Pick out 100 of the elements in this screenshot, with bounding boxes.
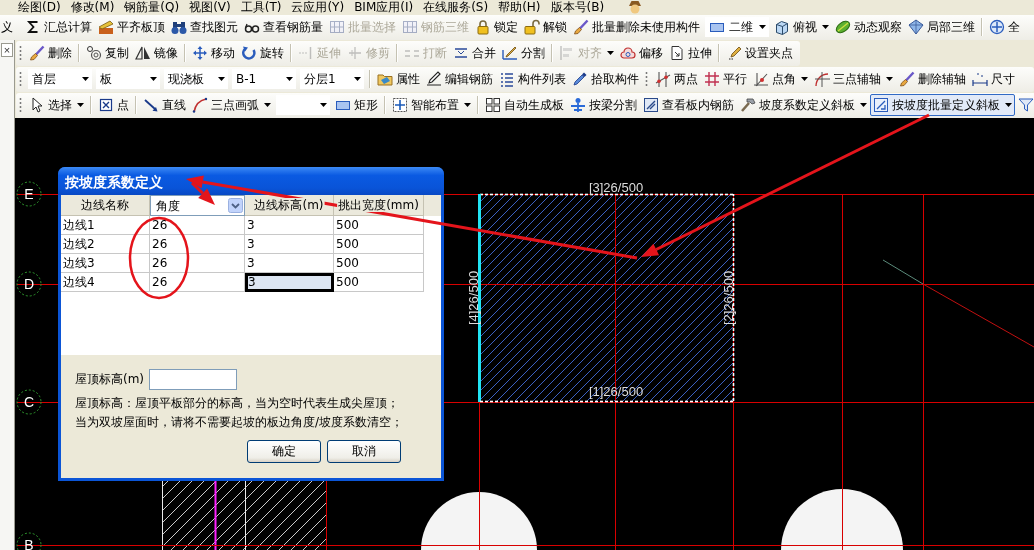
toolbar-button[interactable]: 智能布置: [389, 94, 474, 116]
column-header: 边线标高(m): [245, 195, 334, 216]
cancel-button[interactable]: 取消: [327, 440, 401, 463]
grid-icon: [392, 97, 408, 113]
dialog-title: 按坡度系数定义: [58, 167, 444, 195]
slab-edge[interactable]: [479, 400, 735, 403]
toolbar-button[interactable]: 点: [95, 94, 132, 116]
table-cell[interactable]: 3: [245, 216, 334, 235]
toolbar-button[interactable]: 三点画弧: [189, 94, 274, 116]
table-cell[interactable]: 500: [334, 235, 424, 254]
toolbar-button[interactable]: 查看板内钢筋: [640, 94, 737, 116]
toolbar-button[interactable]: 复制: [83, 42, 132, 64]
toolbar-button[interactable]: 平行: [701, 68, 750, 90]
toolbar-button[interactable]: 两点: [652, 68, 701, 90]
toolbar-button[interactable]: 点角: [750, 68, 811, 90]
table-cell[interactable]: 边线3: [61, 254, 150, 273]
toolbar-button[interactable]: 锁定: [472, 16, 521, 38]
dropdown-field[interactable]: 二维: [705, 17, 769, 37]
menu-item[interactable]: 视图(V): [184, 0, 236, 14]
menu-item[interactable]: 版本号(B): [545, 0, 610, 14]
toolbar-button[interactable]: 分割: [499, 42, 548, 64]
dropdown-field[interactable]: [276, 95, 330, 115]
toolbar-button[interactable]: 拉伸: [666, 42, 715, 64]
toolbar-button[interactable]: 查看钢筋量: [241, 16, 326, 38]
mascot-icon[interactable]: [627, 0, 644, 14]
toolbar-button[interactable]: 全: [986, 16, 1023, 38]
funnel-icon: [1018, 97, 1034, 113]
toolbar-button[interactable]: 合并: [450, 42, 499, 64]
table-cell[interactable]: 3: [245, 235, 334, 254]
toolbar-button[interactable]: 拾取构件: [569, 68, 642, 90]
table-cell[interactable]: 26: [150, 235, 245, 254]
pencil-icon: [726, 45, 742, 61]
menu-item[interactable]: 绘图(D): [13, 0, 66, 14]
toolbar-button[interactable]: 局部三维: [905, 16, 978, 38]
dropdown-field[interactable]: 首层: [28, 69, 92, 89]
slab-region[interactable]: [479, 194, 734, 401]
angle-icon: [753, 71, 769, 87]
cursor-icon: [29, 97, 45, 113]
toolbar-button[interactable]: 构件列表: [496, 68, 569, 90]
toolbar-button[interactable]: 按梁分割: [567, 94, 640, 116]
dropdown-field[interactable]: 现浇板: [164, 69, 228, 89]
toolbar-button[interactable]: 平齐板顶: [95, 16, 168, 38]
toolbar-button[interactable]: 三点辅轴: [811, 68, 896, 90]
table-cell[interactable]: 26: [150, 216, 245, 235]
slab-edge[interactable]: [479, 193, 735, 196]
toolbar-button[interactable]: 旋转: [238, 42, 287, 64]
toolbar-button[interactable]: 选择: [26, 94, 87, 116]
toolbar-grip[interactable]: [19, 70, 22, 88]
toolbar-button[interactable]: 尺寸: [969, 68, 1018, 90]
table-cell[interactable]: 3: [245, 273, 334, 292]
menu-item[interactable]: 修改(M): [65, 0, 120, 14]
input-field[interactable]: [149, 369, 238, 390]
toolbar-button[interactable]: 属性: [374, 68, 423, 90]
table-cell[interactable]: 500: [334, 254, 424, 273]
list-icon: [499, 71, 515, 87]
menu-item[interactable]: BIM应用(I): [349, 0, 419, 14]
toolbar-grip[interactable]: [19, 96, 22, 114]
toolbar-button[interactable]: 偏移: [617, 42, 666, 64]
toolbar-grip[interactable]: [645, 70, 648, 88]
ok-button[interactable]: 确定: [247, 440, 321, 463]
table-cell[interactable]: 500: [334, 273, 424, 292]
toolbar-button[interactable]: 查找图元: [168, 16, 241, 38]
table-cell[interactable]: 26: [150, 254, 245, 273]
document-icon: [669, 45, 685, 61]
menu-item[interactable]: 帮助(H): [493, 0, 546, 14]
column-dropdown[interactable]: 角度: [150, 195, 245, 216]
toolbar-button[interactable]: 镜像: [132, 42, 181, 64]
toolbar-button[interactable]: 设置夹点: [723, 42, 796, 64]
menu-item[interactable]: 工具(T): [235, 0, 287, 14]
toolbar-button[interactable]: 自动生成板: [482, 94, 567, 116]
toolbar-button[interactable]: 编辑钢筋: [423, 68, 496, 90]
toolbar-button[interactable]: 删除辅轴: [896, 68, 969, 90]
move-icon: [192, 45, 208, 61]
menu-item[interactable]: 云应用(Y): [286, 0, 350, 14]
toolbar-button[interactable]: 解锁: [521, 16, 570, 38]
toolbar-button[interactable]: 坡度系数定义斜板: [737, 94, 870, 116]
toolbar-button[interactable]: 义: [0, 16, 16, 38]
toolbar-button[interactable]: 直线: [140, 94, 189, 116]
table-cell[interactable]: 边线4: [61, 273, 150, 292]
caret-icon: [77, 103, 84, 107]
toolbar-button[interactable]: 批量删除未使用构件: [570, 16, 703, 38]
dropdown-field[interactable]: 板: [96, 69, 160, 89]
grid-icon: [329, 19, 345, 35]
close-button[interactable]: ×: [1, 43, 13, 57]
toolbar-grip[interactable]: [19, 44, 22, 62]
toolbar-button[interactable]: 俯视: [771, 16, 832, 38]
table-cell[interactable]: 边线2: [61, 235, 150, 254]
toolbar-button[interactable]: 删除: [26, 42, 75, 64]
table-cell[interactable]: 边线1: [61, 216, 150, 235]
toolbar-button[interactable]: 按坡度批量定义斜板: [870, 94, 1015, 116]
toolbar-button[interactable]: 移动: [189, 42, 238, 64]
toolbar-button[interactable]: 动态观察: [832, 16, 905, 38]
menu-item[interactable]: 钢筋量(Q): [119, 0, 185, 14]
dropdown-field[interactable]: B-1: [232, 69, 296, 89]
toolbar-button[interactable]: 汇总计算: [22, 16, 95, 38]
dropdown-field[interactable]: 分层1: [300, 69, 364, 89]
table-cell[interactable]: 500: [334, 216, 424, 235]
edge-label: [2]26/500: [720, 270, 736, 326]
menu-item[interactable]: 在线服务(S): [418, 0, 494, 14]
toolbar-button[interactable]: 矩形: [332, 94, 381, 116]
